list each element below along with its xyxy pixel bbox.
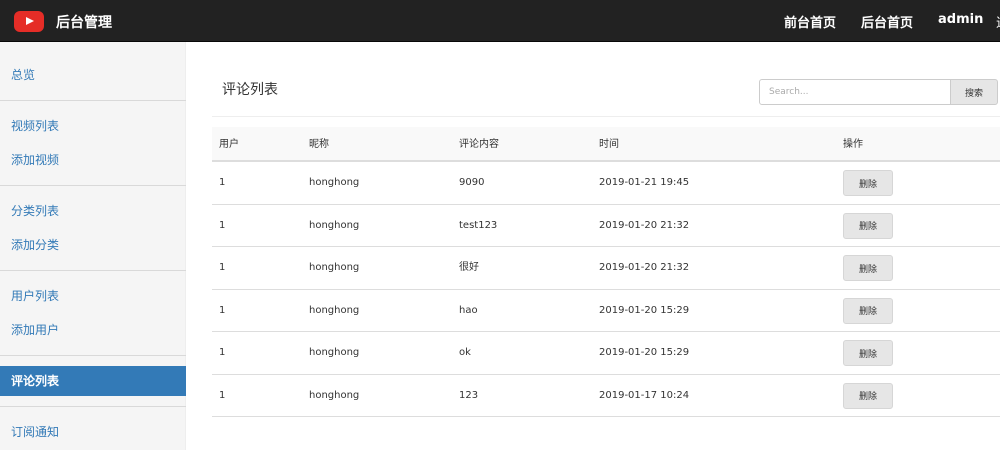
sidebar-item-user-list[interactable]: 用户列表: [0, 281, 186, 311]
cell-content: 123: [459, 389, 479, 401]
cell-user: 1: [219, 262, 226, 273]
column-header-nickname: 昵称: [309, 139, 329, 150]
sidebar-item-add-user[interactable]: 添加用户: [0, 315, 186, 345]
cell-nickname: honghong: [309, 389, 360, 401]
cell-nickname: honghong: [309, 219, 360, 231]
comments-table: 用户 昵称 评论内容 时间 操作 1 honghong 9090 2019-01…: [212, 127, 1000, 417]
nav-link-admin-home[interactable]: 后台首页: [861, 12, 913, 31]
sidebar-item-category-list[interactable]: 分类列表: [0, 196, 186, 226]
top-navbar: 后台管理 前台首页 后台首页 admin 退: [0, 0, 1000, 42]
column-header-content: 评论内容: [459, 139, 499, 150]
cell-nickname: honghong: [309, 262, 360, 273]
table-row: 1 honghong ok 2019-01-20 15:29 删除: [212, 332, 1000, 375]
youtube-play-icon[interactable]: [14, 11, 44, 32]
nav-overflow-edge: 退: [996, 12, 1000, 30]
cell-content: 很好: [459, 262, 479, 273]
table-row: 1 honghong 123 2019-01-17 10:24 删除: [212, 375, 1000, 417]
cell-time: 2019-01-20 15:29: [599, 304, 690, 316]
sidebar-divider: [0, 406, 186, 407]
cell-content: test123: [459, 219, 498, 231]
table-row: 1 honghong 很好 2019-01-20 21:32 删除: [212, 247, 1000, 290]
cell-user: 1: [219, 304, 226, 316]
delete-button[interactable]: 删除: [843, 170, 893, 196]
title-divider: [212, 116, 1000, 117]
delete-button[interactable]: 删除: [843, 297, 893, 324]
delete-button[interactable]: 删除: [843, 212, 893, 239]
table-row: 1 honghong test123 2019-01-20 21:32 删除: [212, 205, 1000, 247]
cell-content: hao: [459, 304, 478, 316]
main-content: 评论列表 搜索 用户 昵称 评论内容 时间 操作 1 honghong 9090…: [186, 42, 1000, 450]
sidebar-divider: [0, 355, 186, 356]
page-title: 评论列表: [222, 82, 278, 98]
sidebar-item-overview[interactable]: 总览: [0, 60, 186, 90]
sidebar-divider: [0, 100, 186, 101]
search-input[interactable]: [759, 79, 952, 105]
cell-time: 2019-01-20 15:29: [599, 347, 690, 358]
cell-nickname: honghong: [309, 347, 360, 358]
delete-button[interactable]: 删除: [843, 340, 893, 366]
nav-link-user[interactable]: admin: [938, 12, 983, 27]
brand-title[interactable]: 后台管理: [56, 12, 112, 32]
cell-user: 1: [219, 347, 226, 358]
table-row: 1 honghong hao 2019-01-20 15:29 删除: [212, 290, 1000, 332]
sidebar-item-comment-list[interactable]: 评论列表: [0, 366, 186, 396]
search-button[interactable]: 搜索: [950, 79, 998, 105]
nav-link-frontend-home[interactable]: 前台首页: [784, 12, 836, 31]
cell-time: 2019-01-21 19:45: [599, 177, 690, 188]
cell-user: 1: [219, 389, 226, 401]
column-header-time: 时间: [599, 139, 619, 150]
cell-user: 1: [219, 177, 226, 188]
cell-user: 1: [219, 219, 226, 231]
sidebar-divider: [0, 270, 186, 271]
sidebar-item-add-video[interactable]: 添加视频: [0, 145, 186, 175]
cell-time: 2019-01-17 10:24: [599, 389, 690, 401]
table-header: 用户 昵称 评论内容 时间 操作: [212, 127, 1000, 162]
sidebar-divider: [0, 185, 186, 186]
sidebar-item-subscription-notice[interactable]: 订阅通知: [0, 417, 186, 447]
cell-content: ok: [459, 347, 471, 358]
cell-time: 2019-01-20 21:32: [599, 219, 690, 231]
delete-button[interactable]: 删除: [843, 382, 893, 409]
sidebar: 总览 视频列表 添加视频 分类列表 添加分类 用户列表 添加用户 评论列表 订阅…: [0, 42, 186, 450]
delete-button[interactable]: 删除: [843, 255, 893, 281]
sidebar-item-video-list[interactable]: 视频列表: [0, 111, 186, 141]
cell-nickname: honghong: [309, 177, 360, 188]
table-row: 1 honghong 9090 2019-01-21 19:45 删除: [212, 162, 1000, 205]
column-header-action: 操作: [843, 139, 863, 150]
sidebar-item-add-category[interactable]: 添加分类: [0, 230, 186, 260]
cell-nickname: honghong: [309, 304, 360, 316]
cell-content: 9090: [459, 177, 485, 188]
column-header-user: 用户: [219, 139, 239, 150]
cell-time: 2019-01-20 21:32: [599, 262, 690, 273]
